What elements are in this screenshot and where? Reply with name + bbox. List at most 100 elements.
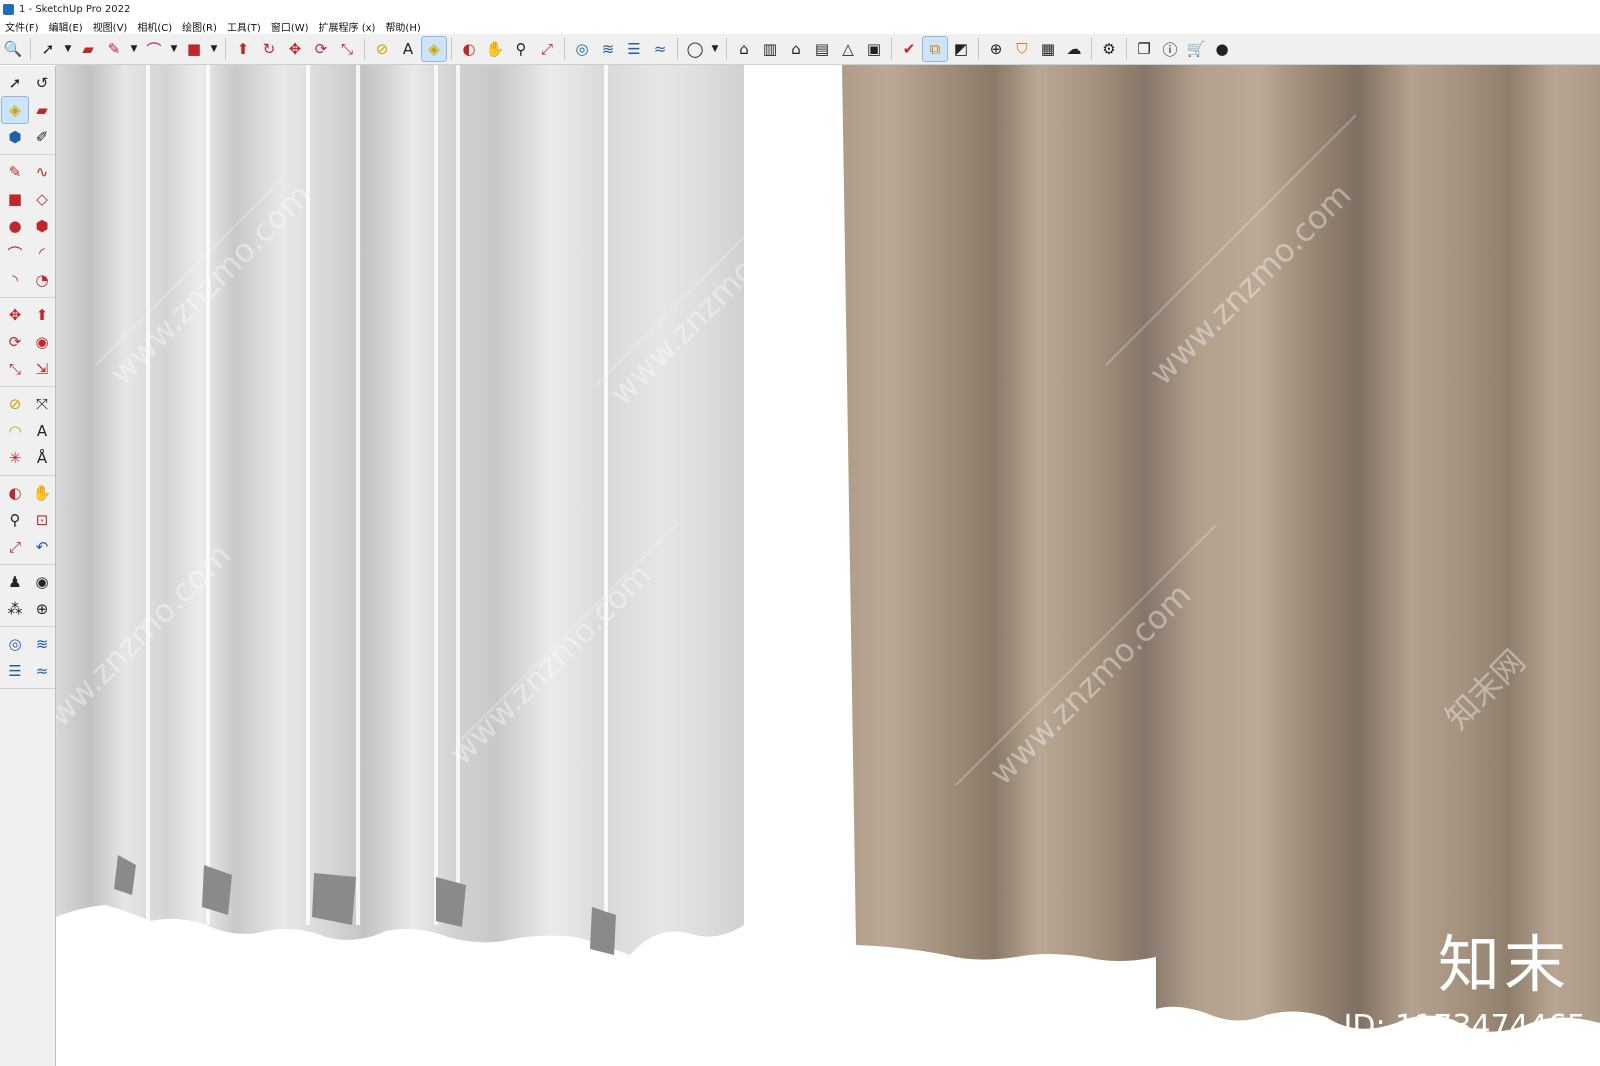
storage-icon[interactable]: ▣ [862, 37, 886, 61]
arc-2pt-icon[interactable]: ◜ [29, 240, 55, 266]
layers-icon[interactable]: ❐ [1132, 37, 1156, 61]
section-plane-icon[interactable]: ⊕ [29, 596, 55, 622]
account-icon[interactable]: ● [1210, 37, 1234, 61]
menu-file[interactable]: 文件(F) [0, 19, 44, 34]
eraser-icon[interactable]: ▰ [76, 37, 100, 61]
zoom-icon[interactable]: 🔍 [1, 37, 25, 61]
move-icon[interactable]: ✥ [2, 302, 28, 328]
smoove-icon[interactable]: ≋ [596, 37, 620, 61]
scale-icon[interactable]: ⤡ [335, 37, 359, 61]
text-icon[interactable]: A [29, 418, 55, 444]
pan-icon[interactable]: ✋ [483, 37, 507, 61]
style-builder-icon[interactable]: ▤ [810, 37, 834, 61]
shield-icon[interactable]: ⛉ [1010, 37, 1034, 61]
stamp-icon[interactable]: ☰ [622, 37, 646, 61]
menu-view[interactable]: 视图(V) [88, 19, 133, 34]
chevron-down-icon[interactable]: ▼ [709, 37, 721, 61]
menu-draw[interactable]: 绘图(R) [177, 19, 222, 34]
tape-measure-icon[interactable]: ⊘ [2, 391, 28, 417]
drape-icon[interactable]: ≈ [648, 37, 672, 61]
user-icon[interactable]: ◯ [683, 37, 707, 61]
circle-icon[interactable]: ● [2, 213, 28, 239]
axes-icon[interactable]: ✳ [2, 445, 28, 471]
pencil-icon[interactable]: ✎ [102, 37, 126, 61]
solid-inspector-icon[interactable]: ✔ [897, 37, 921, 61]
zoom-extents-icon[interactable]: ⤢ [2, 534, 28, 560]
zoom-tool-icon[interactable]: ⚲ [509, 37, 533, 61]
position-camera-icon[interactable]: ♟ [2, 569, 28, 595]
menu-camera[interactable]: 相机(C) [132, 19, 177, 34]
add-location-icon[interactable]: ⊕ [984, 37, 1008, 61]
arc-icon[interactable]: ⌒ [142, 37, 166, 61]
orbit-icon[interactable]: ↺ [29, 70, 55, 96]
checker-icon[interactable]: ▦ [1036, 37, 1060, 61]
menu-tools[interactable]: 工具(T) [222, 19, 266, 34]
warehouse-icon[interactable]: ⌂ [732, 37, 756, 61]
component-icon[interactable]: ⬢ [2, 124, 28, 150]
toolbar-separator [677, 38, 678, 60]
orbit-icon[interactable]: ◐ [457, 37, 481, 61]
previous-view-icon[interactable]: ↶ [29, 534, 55, 560]
sandbox-icon[interactable]: ◎ [570, 37, 594, 61]
walk-icon[interactable]: ⁂ [2, 596, 28, 622]
menu-extensions[interactable]: 扩展程序 (x) [314, 19, 381, 34]
toolbar-separator [891, 38, 892, 60]
menu-window[interactable]: 窗口(W) [266, 19, 314, 34]
push-pull-icon[interactable]: ⬆ [29, 302, 55, 328]
scale-icon[interactable]: ⤡ [2, 356, 28, 382]
zoom-extents-icon[interactable]: ⤢ [535, 37, 559, 61]
rotated-rectangle-icon[interactable]: ◇ [29, 186, 55, 212]
paint-bucket-icon[interactable]: ◈ [421, 36, 447, 62]
polygon-icon[interactable]: ⬢ [29, 213, 55, 239]
rotate-icon[interactable]: ⟳ [309, 37, 333, 61]
follow-me-icon[interactable]: ◉ [29, 329, 55, 355]
cart-icon[interactable]: 🛒 [1184, 37, 1208, 61]
paint-bucket-icon[interactable]: ◈ [1, 96, 29, 124]
rotate-icon[interactable]: ⟳ [2, 329, 28, 355]
orbit-tool-icon[interactable]: ◐ [2, 480, 28, 506]
pencil-icon[interactable]: ✎ [2, 159, 28, 185]
push-pull-icon[interactable]: ⬆ [231, 37, 255, 61]
select-icon[interactable]: ➚ [2, 70, 28, 96]
dimension-icon[interactable]: ⤧ [29, 391, 55, 417]
text-icon[interactable]: A [396, 37, 420, 61]
protractor-icon[interactable]: ◠ [2, 418, 28, 444]
arc-3pt-icon[interactable]: ◝ [2, 267, 28, 293]
arc-icon[interactable]: ⌒ [2, 240, 28, 266]
chevron-down-icon[interactable]: ▼ [208, 37, 220, 61]
chevron-down-icon[interactable]: ▼ [128, 37, 140, 61]
stamp-icon[interactable]: ≈ [29, 658, 55, 684]
rectangle-icon[interactable]: ■ [2, 186, 28, 212]
select-icon[interactable]: ➚ [36, 37, 60, 61]
menu-help[interactable]: 帮助(H) [380, 19, 425, 34]
cloud-icon[interactable]: ☁ [1062, 37, 1086, 61]
house-outline-icon[interactable]: △ [836, 37, 860, 61]
eraser-icon[interactable]: ▰ [29, 97, 55, 123]
scene-icon[interactable]: ◩ [949, 37, 973, 61]
pan-icon[interactable]: ✋ [29, 480, 55, 506]
3d-text-icon[interactable]: Å [29, 445, 55, 471]
freehand-icon[interactable]: ∿ [29, 159, 55, 185]
menu-edit[interactable]: 编辑(E) [44, 19, 88, 34]
settings-icon[interactable]: ⚙ [1097, 37, 1121, 61]
chevron-down-icon[interactable]: ▼ [62, 37, 74, 61]
zoom-icon[interactable]: ⚲ [2, 507, 28, 533]
pie-icon[interactable]: ◔ [29, 267, 55, 293]
rectangle-icon[interactable]: ■ [182, 37, 206, 61]
sandbox-contours-icon[interactable]: ◎ [2, 631, 28, 657]
move-icon[interactable]: ✥ [283, 37, 307, 61]
smoove-icon[interactable]: ☰ [2, 658, 28, 684]
follow-me-icon[interactable]: ↻ [257, 37, 281, 61]
info-icon[interactable]: ⓘ [1158, 37, 1182, 61]
sandbox-scratch-icon[interactable]: ≋ [29, 631, 55, 657]
offset-icon[interactable]: ⇲ [29, 356, 55, 382]
chevron-down-icon[interactable]: ▼ [168, 37, 180, 61]
zoom-window-icon[interactable]: ⊡ [29, 507, 55, 533]
look-around-icon[interactable]: ◉ [29, 569, 55, 595]
tape-measure-icon[interactable]: ⊘ [370, 37, 394, 61]
components-icon[interactable]: ▥ [758, 37, 782, 61]
home-icon[interactable]: ⌂ [784, 37, 808, 61]
outer-shell-icon[interactable]: ⧉ [922, 36, 948, 62]
modeling-viewport[interactable]: www.znzmo.com www.znzmo.com www.znzmo.co… [56, 65, 1600, 1066]
paint-icon[interactable]: ✐ [29, 124, 55, 150]
